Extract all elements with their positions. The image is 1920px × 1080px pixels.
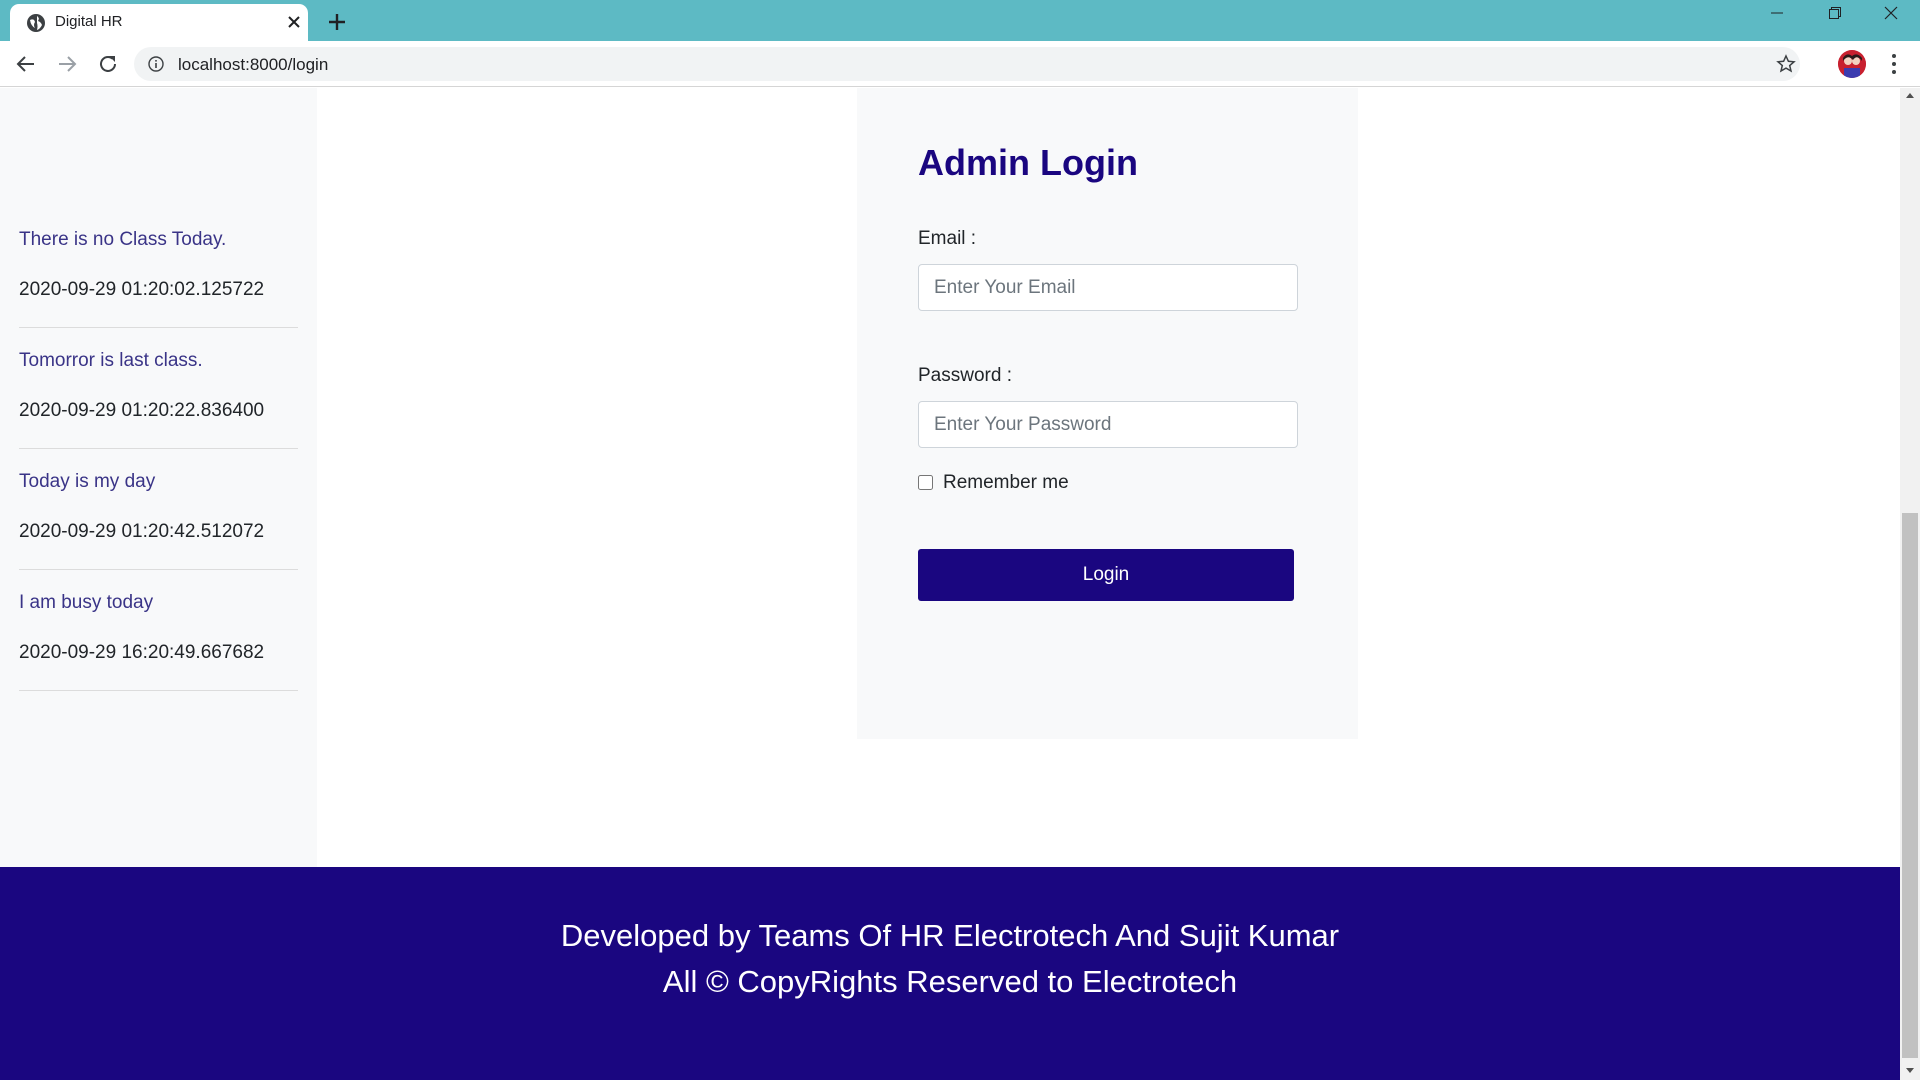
notice-sidebar: There is no Class Today. 2020-09-29 01:2…: [0, 88, 317, 867]
password-field[interactable]: [918, 401, 1298, 448]
address-bar[interactable]: localhost:8000/login: [134, 47, 1800, 81]
notice-item: Today is my day 2020-09-29 01:20:42.5120…: [19, 449, 298, 570]
notice-title[interactable]: Tomorror is last class.: [19, 350, 203, 372]
footer: Developed by Teams Of HR Electrotech And…: [0, 867, 1900, 1080]
remember-me-label[interactable]: Remember me: [943, 472, 1069, 494]
notice-date: 2020-09-29 01:20:02.125722: [19, 279, 265, 300]
notice-date: 2020-09-29 01:20:22.836400: [19, 400, 265, 421]
page-title: Admin Login: [918, 142, 1138, 183]
notice-title[interactable]: Today is my day: [19, 471, 155, 493]
globe-icon: [27, 14, 45, 32]
maximize-icon[interactable]: [1820, 6, 1850, 32]
footer-copyright: All © CopyRights Reserved to Electrotech: [662, 964, 1238, 999]
window-close-icon[interactable]: [1876, 6, 1906, 32]
browser-toolbar: localhost:8000/login: [0, 41, 1920, 87]
minimize-icon[interactable]: [1762, 6, 1792, 32]
scrollbar[interactable]: [1900, 88, 1920, 1080]
page-content: There is no Class Today. 2020-09-29 01:2…: [0, 88, 1900, 1080]
tab-strip: Digital HR: [0, 0, 1920, 41]
email-label: Email :: [918, 228, 977, 249]
notice-item: Tomorror is last class. 2020-09-29 01:20…: [19, 328, 298, 449]
scroll-up-arrow[interactable]: [1906, 93, 1914, 98]
browser-tab[interactable]: Digital HR: [10, 4, 308, 41]
tab-title: Digital HR: [55, 13, 123, 30]
scroll-down-arrow[interactable]: [1906, 1068, 1914, 1073]
remember-me-checkbox[interactable]: [918, 475, 933, 490]
avatar[interactable]: [1838, 50, 1866, 78]
scroll-thumb[interactable]: [1902, 513, 1918, 1058]
star-icon[interactable]: [1776, 54, 1796, 74]
footer-credits: Developed by Teams Of HR Electrotech And…: [560, 918, 1340, 953]
notice-date: 2020-09-29 01:20:42.512072: [19, 521, 265, 542]
close-icon[interactable]: [285, 13, 303, 31]
reload-icon[interactable]: [96, 52, 120, 76]
menu-icon[interactable]: [1884, 51, 1904, 77]
notice-item: I am busy today 2020-09-29 16:20:49.6676…: [19, 570, 298, 691]
notice-item: There is no Class Today. 2020-09-29 01:2…: [19, 88, 298, 328]
url-text[interactable]: localhost:8000/login: [178, 55, 328, 75]
notice-date: 2020-09-29 16:20:49.667682: [19, 642, 265, 663]
password-label: Password :: [918, 365, 1012, 386]
login-form: Admin Login Email : Password : Remember …: [857, 88, 1358, 739]
notice-title[interactable]: I am busy today: [19, 592, 153, 614]
email-field[interactable]: [918, 264, 1298, 311]
notice-title[interactable]: There is no Class Today.: [19, 229, 226, 251]
info-icon[interactable]: [148, 56, 164, 72]
login-button[interactable]: Login: [918, 549, 1294, 601]
back-icon[interactable]: [14, 52, 38, 76]
plus-icon[interactable]: [324, 9, 350, 35]
forward-icon[interactable]: [55, 52, 79, 76]
